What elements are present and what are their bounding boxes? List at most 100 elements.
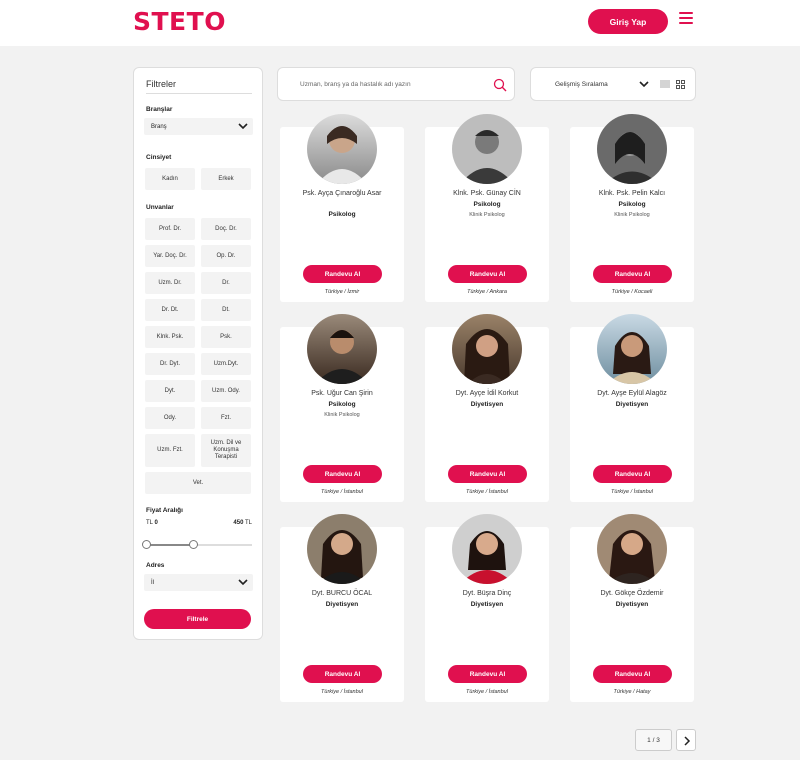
title-option[interactable]: Dr. Dt. [145,299,195,321]
address-select[interactable]: İl [144,574,253,591]
expert-card[interactable]: Dyt. Gökçe Özdemir Diyetisyen Randevu Al… [570,514,694,702]
expert-avatar [452,114,522,184]
price-slider-min-handle[interactable] [142,540,151,549]
expert-title: Diyetisyen [615,601,649,608]
expert-title: Psikolog [618,201,646,208]
expert-card[interactable]: Dyt. Ayçe İdil Korkut Diyetisyen Randevu… [425,314,549,502]
expert-title: Diyetisyen [615,401,649,408]
list-view-icon[interactable] [660,80,670,89]
expert-avatar [307,314,377,384]
title-option[interactable]: Uzm. Fzt. [145,434,195,467]
book-appointment-button[interactable]: Randevu Al [448,465,527,483]
expert-avatar [597,114,667,184]
title-option[interactable]: Prof. Dr. [145,218,195,240]
title-option[interactable]: Vet. [145,472,251,494]
title-option[interactable]: Doç. Dr. [201,218,251,240]
expert-name: Psk. Uğur Can Şirin [311,390,373,397]
expert-name: Klnk. Psk. Günay CİN [453,190,521,197]
expert-name: Dyt. Gökçe Özdemir [600,590,664,597]
chevron-down-icon [238,579,248,586]
expert-card[interactable]: Dyt. BURCU ÖCAL Diyetisyen Randevu Al Tü… [280,514,404,702]
expert-avatar [307,114,377,184]
price-slider-max-handle[interactable] [189,540,198,549]
address-label: Adres [146,562,165,569]
title-option[interactable]: Dr. Dyt. [145,353,195,375]
title-option[interactable]: Ody. [145,407,195,429]
branches-label: Branşlar [146,106,173,113]
search-icon[interactable] [493,78,507,92]
book-appointment-button[interactable]: Randevu Al [303,465,382,483]
chevron-down-icon [639,81,649,88]
price-label: Fiyat Aralığı [146,507,183,514]
price-max: 450 TL [233,520,252,526]
filters-title: Filtreler [146,79,177,89]
expert-location: Türkiye / İstanbul [321,689,363,695]
hamburger-menu-icon[interactable] [679,12,693,24]
book-appointment-button[interactable]: Randevu Al [303,265,382,283]
book-appointment-button[interactable]: Randevu Al [448,665,527,683]
title-option[interactable]: Fzt. [201,407,251,429]
grid-view-icon[interactable] [676,80,685,89]
expert-name: Psk. Ayça Çınaroğlu Asar [302,190,382,197]
gender-option-female[interactable]: Kadın [145,168,195,190]
title-option[interactable]: Psk. [201,326,251,348]
expert-location: Türkiye / İstanbul [611,489,653,495]
title-option[interactable]: Yar. Doç. Dr. [145,245,195,267]
page-indicator: 1 / 3 [635,729,672,751]
expert-card[interactable]: Psk. Uğur Can Şirin Psikolog Klinik Psik… [280,314,404,502]
titles-label: Unvanlar [146,204,174,211]
title-option[interactable]: Op. Dr. [201,245,251,267]
expert-location: Türkiye / Kocaeli [611,289,653,295]
expert-avatar [452,514,522,584]
book-appointment-button[interactable]: Randevu Al [303,665,382,683]
expert-name: Dyt. BURCU ÖCAL [311,590,373,597]
book-appointment-button[interactable]: Randevu Al [448,265,527,283]
expert-avatar [452,314,522,384]
expert-subtitle: Klinik Psikolog [614,212,650,218]
title-option[interactable]: Uzm. Ody. [201,380,251,402]
expert-name: Dyt. Ayşe Eylül Alagöz [597,390,667,397]
next-page-button[interactable] [676,729,696,751]
expert-card[interactable]: Klnk. Psk. Pelin Kalcı Psikolog Klinik P… [570,114,694,302]
search-input[interactable]: Uzman, branş ya da hastalık adı yazın [277,67,515,101]
price-min: TL 0 [146,520,158,526]
title-option[interactable]: Klnk. Psk. [145,326,195,348]
book-appointment-button[interactable]: Randevu Al [593,465,672,483]
filters-panel: Filtreler Branşlar Branş Cinsiyet Kadın … [133,67,263,640]
chevron-down-icon [238,123,248,130]
logo[interactable]: STETO [133,7,226,36]
title-option[interactable]: Uzm. Dr. [145,272,195,294]
expert-avatar [597,514,667,584]
title-option[interactable]: Dyt. [145,380,195,402]
price-slider-fill [146,544,193,546]
expert-card[interactable]: Dyt. Ayşe Eylül Alagöz Diyetisyen Randev… [570,314,694,502]
expert-card[interactable]: Psk. Ayça Çınaroğlu Asar Psikolog Randev… [280,114,404,302]
title-option[interactable]: Uzm. Dil ve Konuşma Terapisti [201,434,251,467]
login-button[interactable]: Giriş Yap [588,9,668,34]
expert-location: Türkiye / Hatay [613,689,651,695]
title-option[interactable]: Dt. [201,299,251,321]
header: STETO Giriş Yap [0,0,800,46]
expert-subtitle: Klinik Psikolog [324,412,360,418]
expert-title: Diyetisyen [470,601,504,608]
expert-title: Diyetisyen [325,601,359,608]
sort-select[interactable]: Gelişmiş Sıralama [530,67,696,101]
expert-location: Türkiye / İstanbul [466,489,508,495]
expert-title: Diyetisyen [470,401,504,408]
filter-button[interactable]: Filtrele [144,609,251,629]
gender-label: Cinsiyet [146,154,172,161]
book-appointment-button[interactable]: Randevu Al [593,665,672,683]
title-option[interactable]: Dr. [201,272,251,294]
title-option[interactable]: Uzm.Dyt. [201,353,251,375]
expert-title: Psikolog [328,401,356,408]
expert-name: Dyt. Büşra Dinç [462,590,512,597]
book-appointment-button[interactable]: Randevu Al [593,265,672,283]
expert-title: Psikolog [473,201,501,208]
expert-title: Psikolog [328,211,356,218]
expert-avatar [307,514,377,584]
gender-option-male[interactable]: Erkek [201,168,251,190]
branch-select[interactable]: Branş [144,118,253,135]
expert-card[interactable]: Klnk. Psk. Günay CİN Psikolog Klinik Psi… [425,114,549,302]
expert-card[interactable]: Dyt. Büşra Dinç Diyetisyen Randevu Al Tü… [425,514,549,702]
expert-avatar [597,314,667,384]
